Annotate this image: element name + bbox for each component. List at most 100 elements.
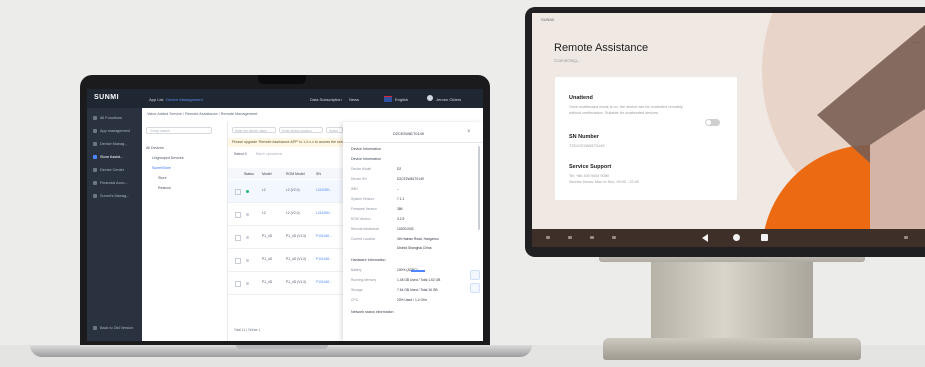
cell-rom: P1_4G (V1.0)	[286, 234, 307, 238]
back-to-old-version-link[interactable]: Back to Old Version	[93, 326, 133, 330]
cell-rom: L2 (V2.0)	[286, 188, 300, 192]
close-icon[interactable]: ×	[467, 129, 471, 135]
recents-icon[interactable]	[761, 234, 768, 241]
location-filter[interactable]: Enter device location	[279, 127, 323, 133]
language-flag-icon[interactable]	[384, 96, 392, 102]
battery-level-bar	[411, 270, 426, 272]
cell-model: L2	[262, 188, 266, 192]
row-checkbox[interactable]	[235, 258, 241, 264]
offline-status-icon	[246, 282, 249, 285]
more-options-icon[interactable]: ⋯	[913, 39, 920, 47]
offline-status-icon	[246, 213, 249, 216]
device-group-tree: Group search All Devices Ungrouped Devic…	[142, 122, 228, 341]
tree-node-all-devices[interactable]: All Devices	[146, 146, 164, 150]
device-icon	[93, 142, 97, 146]
sn-value: T2SXCE2W81T0149	[569, 144, 605, 148]
language-selector[interactable]: English	[395, 97, 408, 102]
select-filter[interactable]: Select	[326, 127, 343, 133]
tray-icon[interactable]	[612, 236, 616, 239]
back-icon[interactable]	[702, 234, 708, 242]
batch-operations-dropdown[interactable]: Batch operations	[256, 152, 282, 156]
home-icon[interactable]	[733, 234, 740, 241]
user-name[interactable]: Jeroen Olders	[436, 97, 461, 102]
stand-base	[603, 338, 861, 360]
cell-sn[interactable]: P101168...	[316, 257, 332, 261]
tray-icon[interactable]	[590, 236, 594, 239]
table-row[interactable]: P1_4G P1_4G (V1.0) P101168...	[228, 272, 343, 295]
nav-news[interactable]: News	[349, 97, 359, 102]
row-checkbox[interactable]	[235, 281, 241, 287]
device-detail-drawer: D2CE2W81T0149 × Device Information Devic…	[343, 122, 483, 341]
laptop-screen: SUNMI App List Device Management Data Su…	[87, 89, 483, 341]
system-tray-icon[interactable]	[904, 236, 908, 239]
cell-sn[interactable]: L24105H...	[316, 188, 332, 192]
sidebar-item-financial[interactable]: Financial Acco...	[93, 181, 128, 185]
column-status[interactable]: Status	[244, 172, 254, 176]
row-checkbox[interactable]	[235, 235, 241, 241]
tab-device-information[interactable]: Device Information	[351, 147, 381, 151]
status-bar-brand: SUNMI	[541, 17, 554, 22]
sidebar-item-sunmi-management[interactable]: Sunmi's Manag...	[93, 194, 129, 198]
nav-app-list[interactable]: App List	[149, 97, 163, 102]
drawer-scrollbar[interactable]	[478, 146, 480, 230]
grid-icon	[93, 116, 97, 120]
tree-node-ungrouped[interactable]: Ungrouped Devices	[152, 156, 184, 160]
column-sn[interactable]: SN	[316, 172, 321, 176]
group-search-input[interactable]: Group search	[146, 127, 212, 134]
tree-node-restock[interactable]: Restock	[158, 186, 171, 190]
cell-model: L2	[262, 211, 266, 215]
table-row[interactable]: L2 L2 (V2.0) L24105H...	[228, 180, 343, 203]
column-model[interactable]: Model	[262, 172, 272, 176]
row-checkbox[interactable]	[235, 189, 241, 195]
sidebar-item-device-center[interactable]: Device Center	[93, 168, 124, 172]
sidebar-item-app-management[interactable]: App management	[93, 129, 130, 133]
toggle-knob	[706, 120, 711, 125]
cell-model: P1_4G	[262, 257, 273, 261]
sidebar-item-all-functions[interactable]: All Functions	[93, 116, 122, 120]
nav-data-subscription[interactable]: Data Subscription	[310, 97, 342, 102]
table-row[interactable]: P1_4G P1_4G (V1.0) P101168...	[228, 249, 343, 272]
brand-logo[interactable]: SUNMI	[94, 94, 119, 101]
camera-notch	[258, 75, 306, 84]
support-phone: Tel: +86 400 9004 9089	[569, 174, 609, 178]
unattend-toggle[interactable]	[705, 119, 720, 126]
avatar[interactable]	[427, 95, 433, 101]
service-support-heading: Service Support	[569, 164, 612, 170]
cell-rom: L2 (V2.0)	[286, 211, 300, 215]
nav-device-management[interactable]: Device Management	[166, 97, 203, 102]
tree-node-store[interactable]: Store	[158, 176, 167, 180]
offline-status-icon	[246, 259, 249, 262]
cell-sn[interactable]: P101168...	[316, 234, 332, 238]
device-name-filter[interactable]: Enter the device name	[232, 127, 276, 133]
table-row[interactable]: P1_4G P1_4G (V1.0) P101168...	[228, 226, 343, 249]
cell-sn[interactable]: P101168...	[316, 280, 332, 284]
settings-icon	[93, 194, 97, 198]
tree-node-sunmistore[interactable]: SunmiStore	[152, 166, 171, 170]
app-icon	[93, 129, 97, 133]
section-hardware-information[interactable]: Hardware Information	[351, 258, 386, 262]
device-list-panel: Enter the device name Enter device locat…	[228, 122, 343, 341]
selected-count: Select 0	[234, 152, 247, 156]
cell-model: P1_4G	[262, 280, 273, 284]
back-icon	[93, 326, 97, 330]
breadcrumb[interactable]: Value Added Service / Remote Assistance …	[147, 112, 257, 116]
table-row[interactable]: L2 L2 (V2.0) L24105H...	[228, 203, 343, 226]
cell-model: P1_4G	[262, 234, 273, 238]
cell-sn[interactable]: L24105H...	[316, 211, 332, 215]
unattend-description-2: without confirmation. Suitable for unatt…	[569, 111, 660, 115]
sidebar: All Functions App management Device Mana…	[87, 108, 142, 341]
sidebar-item-store-assistant[interactable]: Store Assist...	[93, 155, 123, 159]
laptop-base-lip	[236, 345, 328, 349]
sn-heading: SN Number	[569, 134, 599, 140]
wallet-icon	[93, 181, 97, 185]
remote-control-icon[interactable]	[470, 283, 480, 293]
section-network-status[interactable]: Network status information	[351, 310, 394, 314]
tray-icon[interactable]	[546, 236, 550, 239]
chat-icon[interactable]	[470, 270, 480, 280]
row-checkbox[interactable]	[235, 212, 241, 218]
unattend-description: Once unattended mode is on, the device c…	[569, 105, 683, 109]
tray-icon[interactable]	[568, 236, 572, 239]
column-rom-model[interactable]: ROM Model	[286, 172, 305, 176]
section-device-information[interactable]: Device Information	[351, 157, 381, 161]
sidebar-item-device-management[interactable]: Device Manag...	[93, 142, 127, 146]
